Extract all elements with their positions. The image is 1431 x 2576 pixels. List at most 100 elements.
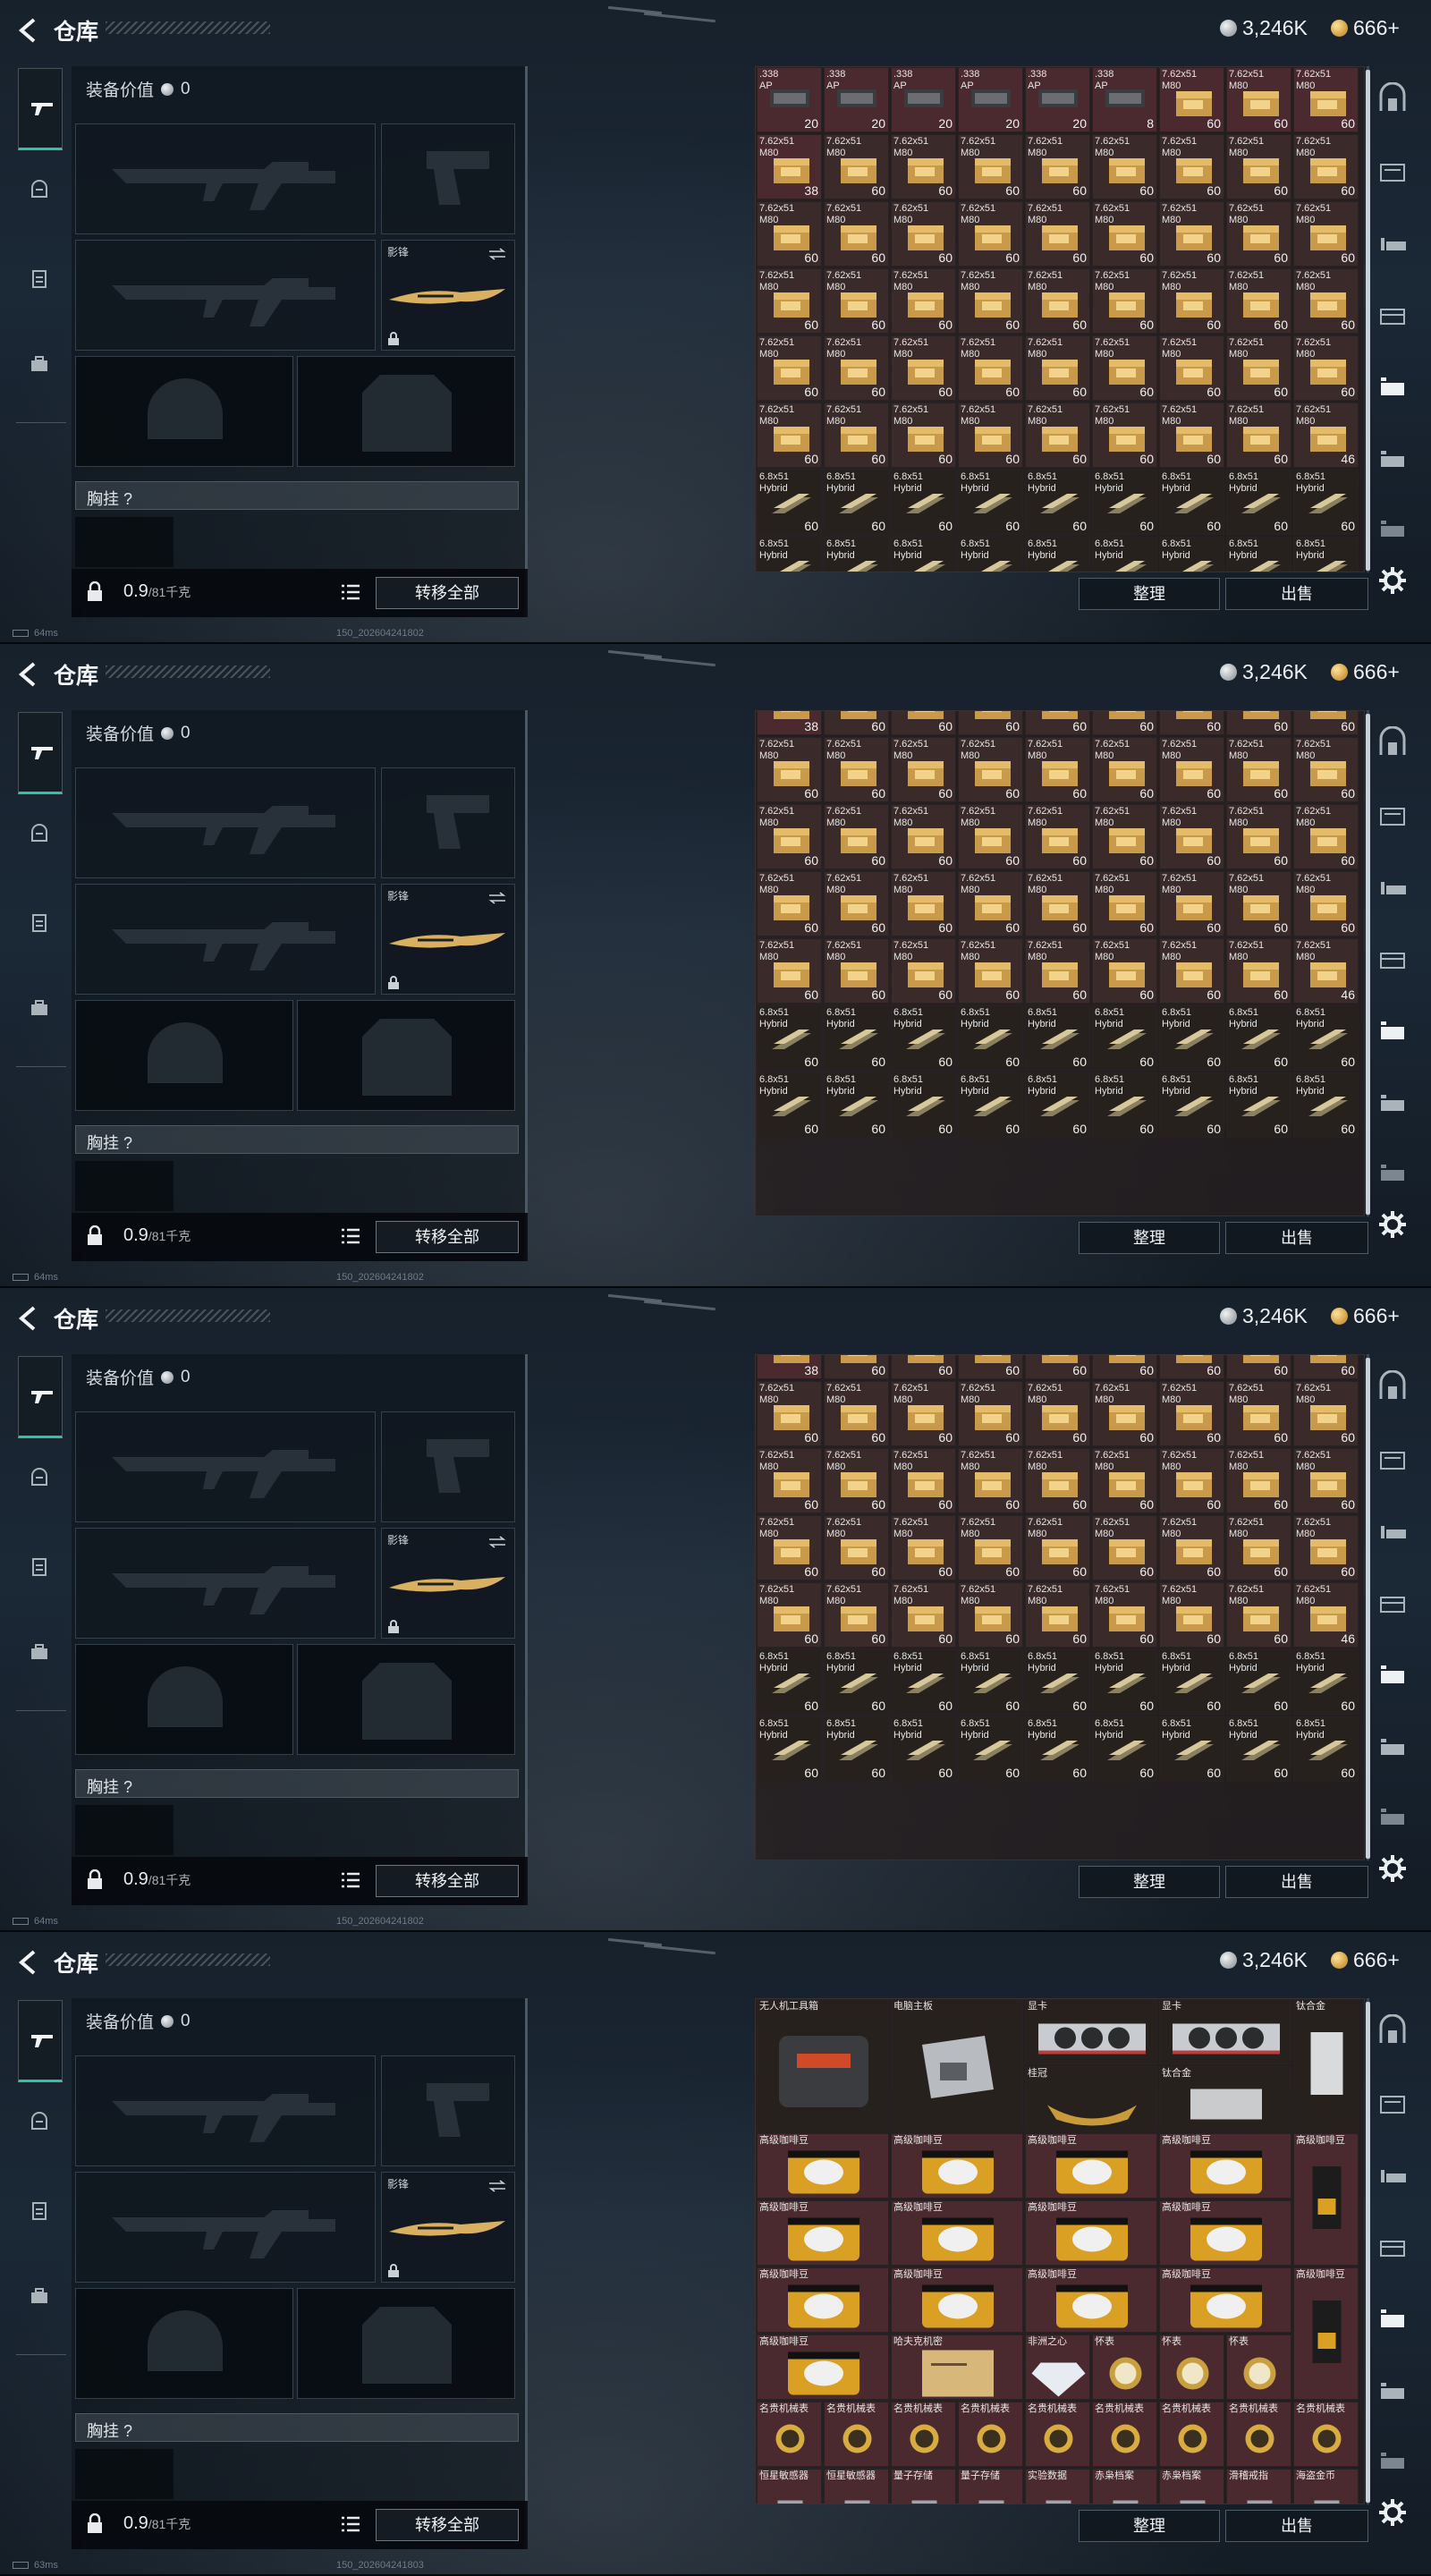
storage-item[interactable]: 7.62x51 M8060 xyxy=(1293,1515,1359,1580)
storage-item[interactable]: 6.8x51 Hybrid60 xyxy=(757,470,822,535)
storage-item[interactable]: 7.62x51 M8060 xyxy=(1025,1448,1090,1513)
sort-button[interactable]: 整理 xyxy=(1079,2510,1220,2542)
nav-weapons[interactable] xyxy=(18,68,63,150)
storage-item[interactable]: 6.8x51 Hybrid60 xyxy=(824,537,889,572)
storage-item[interactable]: 名贵机械表 xyxy=(824,2402,889,2467)
storage-item[interactable]: 7.62x51 M8060 xyxy=(824,1515,889,1580)
storage-item[interactable]: 7.62x51 M8060 xyxy=(891,711,956,735)
helmet-slot[interactable] xyxy=(75,1000,293,1111)
storage-item[interactable]: 高级咖啡豆 xyxy=(1159,2267,1291,2333)
storage-item[interactable]: 7.62x51 M8060 xyxy=(891,804,956,869)
storage-item[interactable]: 7.62x51 M8060 xyxy=(958,871,1023,936)
storage-item[interactable]: 7.62x51 M8060 xyxy=(1226,402,1291,468)
storage-item[interactable]: 7.62x51 M8060 xyxy=(1092,871,1157,936)
storage-item[interactable]: 7.62x51 M8060 xyxy=(824,201,889,267)
storage-item[interactable]: 怀表 xyxy=(1159,2334,1224,2400)
storage-item[interactable]: 7.62x51 M8060 xyxy=(1092,1515,1157,1580)
settings-gear-icon[interactable] xyxy=(1377,1209,1408,1240)
helmet-slot[interactable] xyxy=(75,356,293,467)
storage-item[interactable]: 7.62x51 M8060 xyxy=(757,335,822,401)
list-icon[interactable] xyxy=(342,1228,360,1244)
storage-item[interactable]: 怀表 xyxy=(1092,2334,1157,2400)
storage-item[interactable]: 桂冠 xyxy=(1025,2066,1157,2131)
storage-item[interactable]: 7.62x51 M8060 xyxy=(824,134,889,199)
storage-tab-6-icon[interactable] xyxy=(1376,1157,1410,1190)
storage-item[interactable]: 7.62x51 M8060 xyxy=(958,804,1023,869)
storage-item[interactable]: 名贵机械表 xyxy=(1159,2402,1224,2467)
safe-box-icon[interactable] xyxy=(1376,2014,1410,2046)
storage-item[interactable]: 高级咖啡豆 xyxy=(1293,2133,1359,2266)
storage-item[interactable]: 7.62x51 M8060 xyxy=(958,1582,1023,1648)
storage-item[interactable]: 7.62x51 M8060 xyxy=(891,871,956,936)
storage-item[interactable]: .338 AP 20 xyxy=(1025,67,1090,132)
storage-item[interactable]: 7.62x51 M8060 xyxy=(891,1448,956,1513)
storage-item[interactable]: 6.8x51 Hybrid60 xyxy=(1159,1716,1224,1782)
swap-icon[interactable] xyxy=(487,1536,507,1548)
storage-item[interactable]: .338 AP 20 xyxy=(958,67,1023,132)
storage-item[interactable]: 7.62x51 M8060 xyxy=(958,737,1023,802)
storage-item[interactable]: 高级咖啡豆 xyxy=(1025,2200,1157,2266)
storage-item[interactable]: 7.62x51 M8060 xyxy=(1025,938,1090,1004)
storage-item[interactable]: 显卡 xyxy=(1159,1999,1291,2064)
storage-item[interactable]: 6.8x51 Hybrid60 xyxy=(1293,470,1359,535)
sort-button[interactable]: 整理 xyxy=(1079,1866,1220,1898)
storage-item[interactable]: 7.62x51 M8060 xyxy=(1293,134,1359,199)
storage-item[interactable]: 7.62x51 M8060 xyxy=(1025,335,1090,401)
storage-tab-4-icon[interactable] xyxy=(1376,370,1410,402)
storage-item[interactable]: 7.62x51 M8060 xyxy=(757,1448,822,1513)
storage-item[interactable]: 6.8x51 Hybrid60 xyxy=(757,1072,822,1138)
storage-item[interactable]: 6.8x51 Hybrid60 xyxy=(824,1716,889,1782)
storage-tab-1-icon[interactable] xyxy=(1376,800,1410,832)
storage-item[interactable]: 7.62x51 M8060 xyxy=(1092,1448,1157,1513)
sell-button[interactable]: 出售 xyxy=(1225,578,1368,610)
storage-item[interactable]: 量子存储 xyxy=(891,2469,956,2504)
nav-helmet-icon[interactable] xyxy=(20,2104,59,2143)
storage-item[interactable]: 实验数据 xyxy=(1025,2469,1090,2504)
storage-item[interactable]: 6.8x51 Hybrid60 xyxy=(1226,1072,1291,1138)
storage-item[interactable]: 7.62x51 M8060 xyxy=(1226,871,1291,936)
storage-tab-3-icon[interactable] xyxy=(1376,299,1410,331)
primary-weapon-slot[interactable] xyxy=(75,2055,376,2166)
secondary-weapon-slot[interactable] xyxy=(381,1411,515,1522)
storage-item[interactable]: 6.8x51 Hybrid60 xyxy=(891,537,956,572)
sell-button[interactable]: 出售 xyxy=(1225,1222,1368,1254)
storage-item[interactable]: 6.8x51 Hybrid60 xyxy=(891,1005,956,1071)
nav-clipboard-icon[interactable] xyxy=(20,903,59,943)
storage-item[interactable]: 7.62x51 M8060 xyxy=(1159,134,1224,199)
armor-slot[interactable] xyxy=(297,356,515,467)
backup-weapon-slot[interactable] xyxy=(75,1528,376,1639)
storage-item[interactable]: 7.62x51 M8060 xyxy=(958,1448,1023,1513)
storage-tab-4-icon[interactable] xyxy=(1376,1014,1410,1046)
swap-icon[interactable] xyxy=(487,248,507,260)
storage-item[interactable]: 7.62x51 M8060 xyxy=(824,804,889,869)
chest-rig-bar[interactable]: 胸挂 ? xyxy=(75,1125,519,1154)
storage-item[interactable]: 7.62x51 M80 38 xyxy=(757,134,822,199)
storage-item[interactable]: 7.62x51 M8060 xyxy=(1159,1381,1224,1446)
storage-item[interactable]: 名贵机械表 xyxy=(1092,2402,1157,2467)
storage-item[interactable]: 7.62x51 M8060 xyxy=(1159,1515,1224,1580)
swap-icon[interactable] xyxy=(487,2180,507,2192)
back-arrow-icon[interactable] xyxy=(13,14,45,47)
settings-gear-icon[interactable] xyxy=(1377,1853,1408,1884)
storage-item[interactable]: .338 AP 20 xyxy=(824,67,889,132)
storage-tab-3-icon[interactable] xyxy=(1376,2231,1410,2263)
storage-item[interactable]: .338 AP 20 xyxy=(891,67,956,132)
storage-item[interactable]: 7.62x51 M8060 xyxy=(757,201,822,267)
storage-item[interactable]: 7.62x51 M80 46 xyxy=(1293,402,1359,468)
storage-item[interactable]: 恒星敏感器 xyxy=(757,2469,822,2504)
storage-item[interactable]: 6.8x51 Hybrid60 xyxy=(824,1072,889,1138)
chest-rig-slot[interactable] xyxy=(75,2449,174,2499)
storage-item[interactable]: 7.62x51 M8060 xyxy=(1293,871,1359,936)
gold-currency[interactable]: 666+ xyxy=(1331,660,1400,684)
storage-tab-1-icon[interactable] xyxy=(1376,1444,1410,1476)
storage-item[interactable]: 7.62x51 M8060 xyxy=(824,1381,889,1446)
storage-item[interactable]: 7.62x51 M8060 xyxy=(891,1582,956,1648)
storage-item[interactable]: 7.62x51 M8060 xyxy=(1159,268,1224,334)
list-icon[interactable] xyxy=(342,584,360,600)
storage-item[interactable]: 7.62x51 M8060 xyxy=(1025,804,1090,869)
back-arrow-icon[interactable] xyxy=(13,1302,45,1335)
sell-button[interactable]: 出售 xyxy=(1225,2510,1368,2542)
storage-item[interactable]: 6.8x51 Hybrid60 xyxy=(1226,537,1291,572)
storage-item[interactable]: 7.62x51 M8060 xyxy=(1025,268,1090,334)
storage-item[interactable]: 电脑主板 xyxy=(891,1999,1023,2131)
